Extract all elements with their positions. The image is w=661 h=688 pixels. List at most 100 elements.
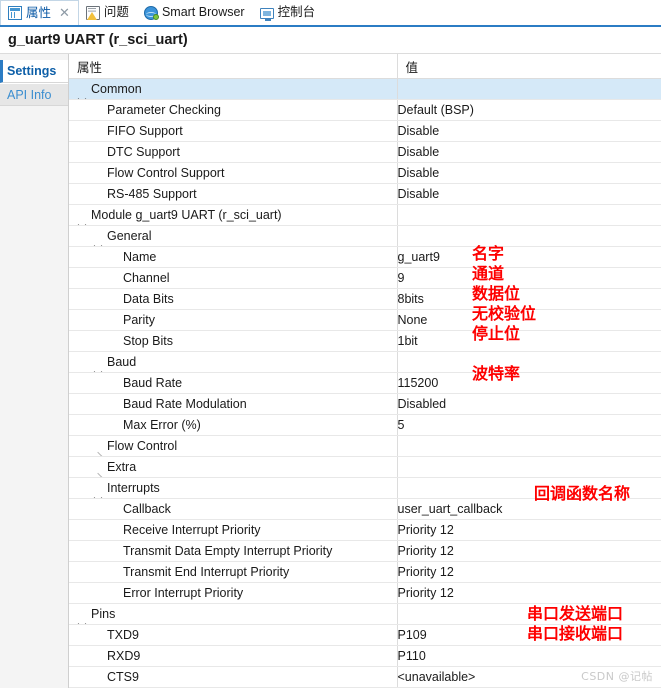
property-value-cell[interactable] xyxy=(396,351,661,373)
table-row[interactable]: Stop Bits 1bit xyxy=(69,330,661,352)
table-row[interactable]: CTS9 <unavailable> xyxy=(69,666,661,688)
property-value: <unavailable> xyxy=(397,670,476,684)
close-icon[interactable]: ✕ xyxy=(59,7,70,20)
property-name-cell[interactable]: TXD9 xyxy=(69,624,397,646)
side-tab-settings[interactable]: Settings xyxy=(0,60,68,83)
property-value-cell[interactable]: 115200 xyxy=(396,372,661,394)
property-value-cell[interactable] xyxy=(396,435,661,457)
property-value-cell[interactable] xyxy=(396,204,661,226)
property-name-cell[interactable]: Baud xyxy=(69,351,397,373)
property-value-cell[interactable]: 1bit xyxy=(396,330,661,352)
table-row[interactable]: Data Bits 8bits xyxy=(69,288,661,310)
property-name-cell[interactable]: Receive Interrupt Priority xyxy=(69,519,397,541)
tab-item-1[interactable]: 问题 xyxy=(79,0,137,25)
property-name: Max Error (%) xyxy=(123,418,201,432)
property-name-cell[interactable]: Flow Control Support xyxy=(69,162,397,184)
table-row[interactable]: Transmit End Interrupt Priority Priority … xyxy=(69,561,661,583)
table-row[interactable]: Baud xyxy=(69,351,661,373)
property-value-cell[interactable]: Priority 12 xyxy=(396,582,661,604)
tab-item-3[interactable]: 控制台 xyxy=(253,0,324,25)
side-tab-api-info[interactable]: API Info xyxy=(0,83,68,106)
property-value-cell[interactable]: Disable xyxy=(396,183,661,205)
property-name-cell[interactable]: Interrupts xyxy=(69,477,397,499)
table-row[interactable]: Baud Rate 115200 xyxy=(69,372,661,394)
property-name: Baud xyxy=(107,355,137,369)
property-name-cell[interactable]: Transmit Data Empty Interrupt Priority xyxy=(69,540,397,562)
table-row[interactable]: Parameter Checking Default (BSP) xyxy=(69,99,661,121)
table-row[interactable]: Flow Control Support Disable xyxy=(69,162,661,184)
property-name-cell[interactable]: Extra xyxy=(69,456,397,478)
property-name-cell[interactable]: RS-485 Support xyxy=(69,183,397,205)
property-value-cell[interactable]: Disable xyxy=(396,141,661,163)
table-row[interactable]: Receive Interrupt Priority Priority 12 xyxy=(69,519,661,541)
property-name-cell[interactable]: Module g_uart9 UART (r_sci_uart) xyxy=(69,204,397,226)
property-value-cell[interactable]: P110 xyxy=(396,645,661,667)
table-row[interactable]: FIFO Support Disable xyxy=(69,120,661,142)
property-value-cell[interactable]: Priority 12 xyxy=(396,519,661,541)
property-value-cell[interactable]: Disable xyxy=(396,120,661,142)
table-row[interactable]: Flow Control xyxy=(69,435,661,457)
property-name-cell[interactable]: Parity xyxy=(69,309,397,331)
table-row[interactable]: Channel 9 xyxy=(69,267,661,289)
property-value-cell[interactable]: Disabled xyxy=(396,393,661,415)
property-name-cell[interactable]: General xyxy=(69,225,397,247)
property-name: Transmit End Interrupt Priority xyxy=(123,565,290,579)
table-row[interactable]: RS-485 Support Disable xyxy=(69,183,661,205)
property-name-cell[interactable]: Common xyxy=(69,78,397,100)
table-row[interactable]: Error Interrupt Priority Priority 12 xyxy=(69,582,661,604)
property-name-cell[interactable]: CTS9 xyxy=(69,666,397,688)
table-row[interactable]: Max Error (%) 5 xyxy=(69,414,661,436)
property-value-cell[interactable]: Priority 12 xyxy=(396,561,661,583)
tab-smart-browser[interactable]: Smart Browser xyxy=(137,0,253,25)
property-name: Extra xyxy=(107,460,137,474)
table-row[interactable]: Common xyxy=(69,78,661,100)
property-value: 9 xyxy=(397,271,405,285)
table-row[interactable]: RXD9 P110 xyxy=(69,645,661,667)
property-value-cell[interactable]: Priority 12 xyxy=(396,540,661,562)
tab-item-0[interactable]: 属性 ✕ xyxy=(0,0,79,25)
property-value: Disable xyxy=(397,124,440,138)
property-name-cell[interactable]: Channel xyxy=(69,267,397,289)
property-name-cell[interactable]: RXD9 xyxy=(69,645,397,667)
property-name-cell[interactable]: Flow Control xyxy=(69,435,397,457)
property-name-cell[interactable]: Max Error (%) xyxy=(69,414,397,436)
property-name-cell[interactable]: Baud Rate xyxy=(69,372,397,394)
property-name-cell[interactable]: Baud Rate Modulation xyxy=(69,393,397,415)
annotation-label: 停止位 xyxy=(472,324,521,343)
property-value: Disabled xyxy=(397,397,447,411)
configuration-content: Settings API Info 属性 值 Common Parameter Ch… xyxy=(0,54,661,688)
property-value-cell[interactable]: 5 xyxy=(396,414,661,436)
property-name-cell[interactable]: Transmit End Interrupt Priority xyxy=(69,561,397,583)
property-name-cell[interactable]: Callback xyxy=(69,498,397,520)
column-header-value[interactable]: 值 xyxy=(396,54,661,79)
property-value-cell[interactable] xyxy=(396,225,661,247)
property-value-cell[interactable]: g_uart9 xyxy=(396,246,661,268)
table-row[interactable]: Extra xyxy=(69,456,661,478)
property-name-cell[interactable]: Error Interrupt Priority xyxy=(69,582,397,604)
side-tab-label: Settings xyxy=(7,64,57,78)
property-name: Error Interrupt Priority xyxy=(123,586,244,600)
property-name-cell[interactable]: Data Bits xyxy=(69,288,397,310)
property-name-cell[interactable]: DTC Support xyxy=(69,141,397,163)
browser-icon xyxy=(143,5,159,20)
property-name-cell[interactable]: Pins xyxy=(69,603,397,625)
property-name-cell[interactable]: Parameter Checking xyxy=(69,99,397,121)
table-row[interactable]: Module g_uart9 UART (r_sci_uart) xyxy=(69,204,661,226)
property-value-cell[interactable] xyxy=(396,78,661,100)
property-value-cell[interactable]: Default (BSP) xyxy=(396,99,661,121)
property-value-cell[interactable]: Disable xyxy=(396,162,661,184)
table-row[interactable]: DTC Support Disable xyxy=(69,141,661,163)
property-value-cell[interactable]: 9 xyxy=(396,267,661,289)
property-value-cell[interactable] xyxy=(396,456,661,478)
column-header-property[interactable]: 属性 xyxy=(69,54,397,79)
table-row[interactable]: Transmit Data Empty Interrupt Priority Pr… xyxy=(69,540,661,562)
table-row[interactable]: Baud Rate Modulation Disabled xyxy=(69,393,661,415)
table-row[interactable]: Name g_uart9 xyxy=(69,246,661,268)
property-name: Flow Control Support xyxy=(107,166,225,180)
table-row[interactable]: General xyxy=(69,225,661,247)
property-name-cell[interactable]: Name xyxy=(69,246,397,268)
property-name-cell[interactable]: FIFO Support xyxy=(69,120,397,142)
table-row[interactable]: Parity None xyxy=(69,309,661,331)
property-name-cell[interactable]: Stop Bits xyxy=(69,330,397,352)
chevron-glyph xyxy=(93,472,103,477)
